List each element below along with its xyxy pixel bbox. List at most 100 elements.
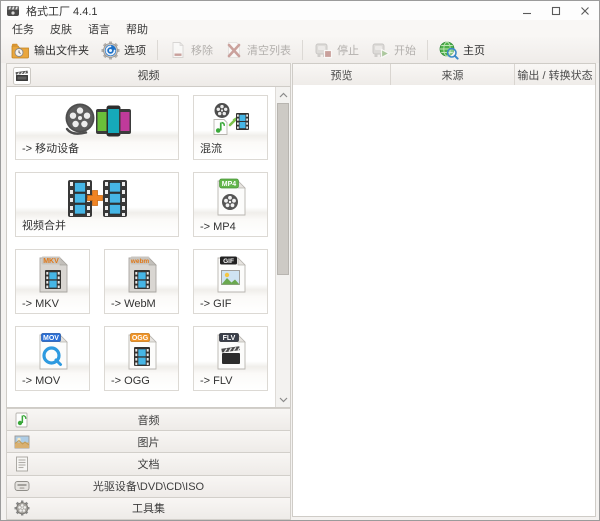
grid-cell-ogg[interactable]: OGG -> OGG [104,326,179,391]
category-audio[interactable]: 音频 [6,408,291,431]
toolbar-separator [427,40,428,60]
grid-scrollbar[interactable] [275,87,290,407]
category-optical[interactable]: 光驱设备\DVD\CD\ISO [6,475,291,498]
clear-list-label: 清空列表 [247,42,291,58]
folder-clock-icon [11,42,30,59]
grid-cell-label: -> WebM [111,298,156,310]
mkv-file-icon: MKV [36,255,70,295]
menu-help[interactable]: 帮助 [118,20,156,38]
mux-reel-note-strip-icon [210,101,252,143]
app-logo-icon [6,4,20,18]
category-video-label: 视频 [7,67,290,83]
options-label: 选项 [124,42,146,58]
gear-options-icon [101,41,120,60]
svg-text:MOV: MOV [43,335,59,342]
picture-icon [14,434,30,450]
category-list: 音频 图片 文档 [6,408,291,520]
minimize-icon[interactable] [512,1,541,20]
mov-quicktime-file-icon: MOV [36,332,70,372]
scroll-up-icon[interactable] [276,87,290,102]
task-list-header: 预览 来源 输出 / 转换状态 [293,64,595,86]
grid-cell-mobile-devices[interactable]: -> 移动设备 [15,95,179,160]
column-preview[interactable]: 预览 [293,64,391,85]
column-output-status[interactable]: 输出 / 转换状态 [515,64,595,85]
remove-button[interactable]: 移除 [163,39,219,61]
ogg-file-icon: OGG [125,332,159,372]
home-button[interactable]: 主页 [433,39,491,62]
svg-text:FLV: FLV [222,335,235,342]
grid-cell-mkv[interactable]: MKV -> MKV [15,249,90,314]
left-panel: 视频 [6,63,291,520]
grid-cell-label: -> GIF [200,298,231,310]
stop-label: 停止 [337,42,359,58]
clapperboard-icon [13,67,31,85]
home-label: 主页 [463,42,485,58]
grid-cell-gif[interactable]: GIF -> GIF [193,249,268,314]
video-converters-panel: -> 移动设备 [6,86,291,408]
task-list: 预览 来源 输出 / 转换状态 [292,63,596,517]
window-title: 格式工厂 4.4.1 [26,3,98,19]
grid-cell-mp4[interactable]: MP4 -> MP4 [193,172,268,237]
grid-cell-label: -> MKV [22,298,59,310]
mp4-file-icon: MP4 [214,178,248,218]
film-reel-phones-icon [59,101,135,143]
grid-cell-label: -> MP4 [200,221,236,233]
grid-cell-mux[interactable]: 混流 [193,95,268,160]
gif-file-icon: GIF [214,255,248,295]
category-video[interactable]: 视频 [6,63,291,87]
category-audio-label: 音频 [7,412,290,428]
grid-cell-label: -> 移动设备 [22,140,79,156]
menu-task[interactable]: 任务 [4,20,42,38]
stop-button[interactable]: 停止 [308,39,365,61]
machine-start-icon [371,41,390,59]
toolbar: 输出文件夹 选项 [1,37,599,63]
grid-cell-label: 视频合并 [22,217,66,233]
svg-text:GIF: GIF [223,258,234,265]
svg-text:webm: webm [129,258,149,265]
options-button[interactable]: 选项 [95,39,152,62]
window-controls [512,1,599,20]
start-button[interactable]: 开始 [365,39,422,61]
category-document-label: 文档 [7,456,290,472]
category-picture-label: 图片 [7,434,290,450]
grid-cell-video-merge[interactable]: 视频合并 [15,172,179,237]
red-x-icon [225,41,243,59]
clear-list-button[interactable]: 清空列表 [219,39,297,61]
svg-text:MP4: MP4 [221,181,236,188]
filmstrip-plus-filmstrip-icon [59,178,135,220]
column-source[interactable]: 来源 [391,64,515,85]
optical-drive-icon [14,478,30,494]
task-list-body[interactable] [293,85,595,516]
scrollbar-thumb[interactable] [277,103,289,275]
scroll-down-icon[interactable] [276,392,290,407]
toolbar-separator [302,40,303,60]
svg-text:MKV: MKV [43,258,59,265]
remove-label: 移除 [191,42,213,58]
maximize-icon[interactable] [541,1,570,20]
svg-text:OGG: OGG [131,335,148,342]
grid-cell-label: -> MOV [22,375,60,387]
grid-cell-flv[interactable]: FLV -> FLV [193,326,268,391]
menu-skin[interactable]: 皮肤 [42,20,80,38]
menu-language[interactable]: 语言 [80,20,118,38]
video-grid: -> 移动设备 [15,95,268,391]
toolbar-separator [157,40,158,60]
close-icon[interactable] [570,1,599,20]
menubar: 任务 皮肤 语言 帮助 [1,20,599,37]
remove-page-icon [169,41,187,59]
category-picture[interactable]: 图片 [6,430,291,453]
output-folder-label: 输出文件夹 [34,42,89,58]
machine-stop-icon [314,41,333,59]
toolset-gear-icon [14,500,30,516]
grid-cell-label: -> FLV [200,375,233,387]
category-optical-label: 光驱设备\DVD\CD\ISO [7,478,290,494]
flv-file-icon: FLV [214,332,248,372]
category-document[interactable]: 文档 [6,452,291,475]
category-toolset-label: 工具集 [7,500,290,516]
category-toolset[interactable]: 工具集 [6,497,291,520]
document-icon [14,456,30,472]
grid-cell-webm[interactable]: webm -> WebM [104,249,179,314]
grid-cell-mov[interactable]: MOV -> MOV [15,326,90,391]
globe-search-icon [439,41,459,60]
output-folder-button[interactable]: 输出文件夹 [5,40,95,61]
